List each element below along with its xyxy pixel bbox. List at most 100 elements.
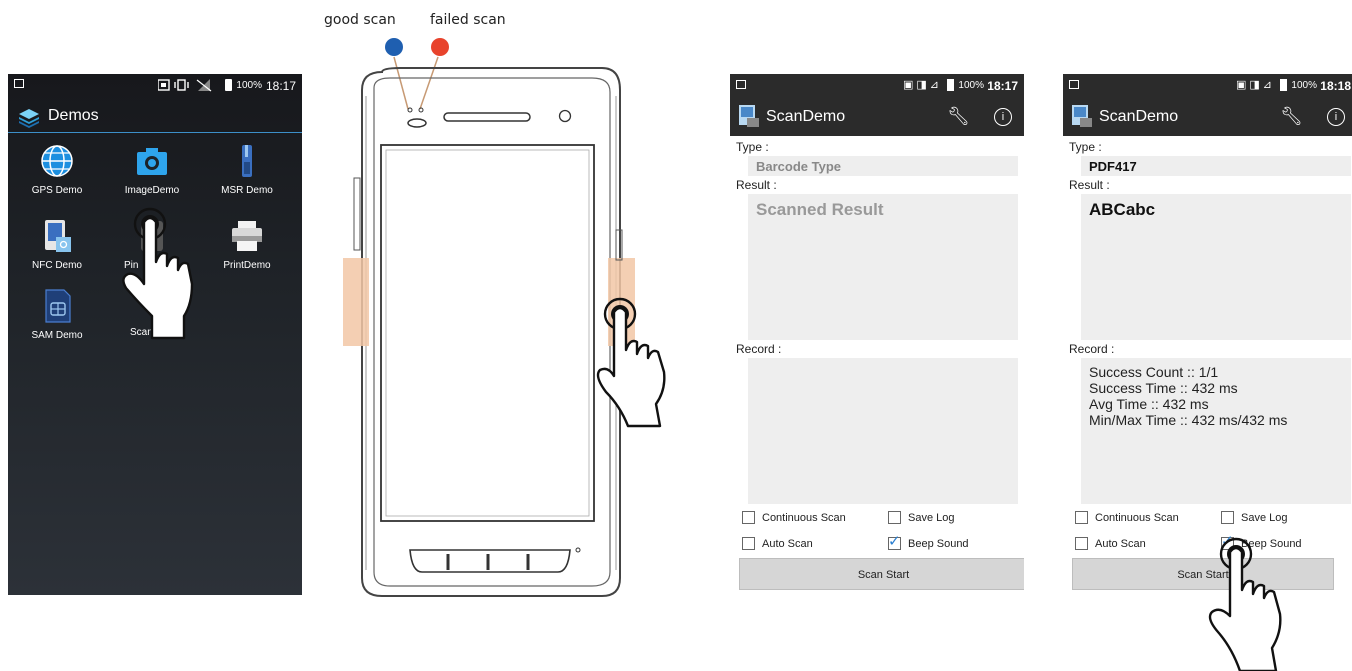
checkbox-label: Auto Scan	[762, 537, 813, 550]
app-title: ScanDemo	[766, 108, 846, 125]
app-label: NFC Demo	[31, 260, 82, 271]
info-icon[interactable]: i	[994, 108, 1012, 126]
record-line: Success Time :: 432 ms	[1089, 380, 1238, 396]
wrench-icon[interactable]: 🔧︎	[947, 106, 970, 127]
type-value: PDF417	[1089, 159, 1137, 174]
checkbox-box[interactable]	[1075, 511, 1088, 524]
app-sam-demo[interactable]: SAM Demo	[17, 289, 97, 341]
battery-icon	[225, 79, 232, 91]
checkbox-box[interactable]	[742, 537, 755, 550]
failed-scan-led-indicator	[431, 38, 449, 56]
clock: 18:17	[987, 79, 1018, 93]
layers-icon	[19, 109, 39, 128]
app-label: GPS Demo	[31, 185, 83, 196]
checkbox-label: Beep Sound	[908, 537, 969, 550]
notification-icon	[14, 79, 24, 88]
status-icons	[158, 79, 212, 92]
globe-icon	[41, 145, 73, 177]
status-bar: 100% 18:17	[8, 74, 302, 98]
app-label: MSR Demo	[221, 185, 273, 196]
type-value: Barcode Type	[756, 159, 842, 174]
scandemo-screen-after: ▣◨⊿ 100% 18:18 ScanDemo 🔧︎ i Type : PDF4…	[1063, 74, 1352, 595]
left-scan-key	[343, 258, 369, 346]
checkbox-label: Continuous Scan	[762, 511, 846, 524]
result-field: ABCabc	[1081, 194, 1351, 340]
tap-hand-icon	[1208, 537, 1282, 671]
status-bar: ▣◨⊿ 100% 18:18	[1063, 74, 1352, 98]
battery-percent: 100%	[958, 80, 984, 91]
app-gps-demo[interactable]: GPS Demo	[17, 144, 97, 196]
checkbox-box[interactable]	[888, 511, 901, 524]
type-label: Type :	[1069, 140, 1102, 154]
app-msr-demo[interactable]: MSR Demo	[207, 144, 287, 196]
checkbox-label: Auto Scan	[1095, 537, 1146, 550]
auto-scan-checkbox[interactable]: Auto Scan	[742, 537, 813, 550]
status-icons: ▣◨⊿	[902, 79, 942, 91]
app-bar: ScanDemo 🔧︎ i	[1063, 98, 1352, 136]
failed-scan-label: failed scan	[430, 12, 506, 28]
continuous-scan-checkbox[interactable]: Continuous Scan	[1075, 511, 1179, 524]
checkbox-label: Save Log	[1241, 511, 1288, 524]
app-icon	[1072, 105, 1092, 127]
checkbox-label: Continuous Scan	[1095, 511, 1179, 524]
checkbox-box[interactable]	[888, 532, 901, 550]
checkbox-box[interactable]	[1075, 537, 1088, 550]
checkbox-box[interactable]	[742, 511, 755, 524]
clock: 18:18	[1320, 79, 1351, 93]
launcher-title: Demos	[48, 107, 99, 124]
wrench-icon[interactable]: 🔧︎	[1280, 106, 1303, 127]
app-bar: ScanDemo 🔧︎ i	[730, 98, 1024, 136]
good-scan-label: good scan	[324, 12, 396, 28]
auto-scan-checkbox[interactable]: Auto Scan	[1075, 537, 1146, 550]
sam-card-icon	[45, 289, 71, 323]
notification-icon	[1069, 80, 1079, 89]
notification-icon	[736, 80, 746, 89]
result-value: Scanned Result	[756, 200, 884, 219]
record-label: Record :	[736, 342, 782, 356]
record-line: Avg Time :: 432 ms	[1089, 396, 1209, 412]
result-label: Result :	[736, 178, 777, 192]
record-line: Min/Max Time :: 432 ms/432 ms	[1089, 412, 1288, 428]
scandemo-screen-before: ▣◨⊿ 100% 18:17 ScanDemo 🔧︎ i Type : Barc…	[730, 74, 1024, 595]
press-hand-icon	[596, 297, 666, 428]
app-nfc-demo[interactable]: NFC Demo	[17, 219, 97, 271]
card-reader-icon	[242, 145, 252, 177]
app-label: ImageDemo	[124, 185, 180, 196]
checkbox-label: Save Log	[908, 511, 955, 524]
printer-icon	[232, 221, 262, 251]
result-field: Scanned Result	[748, 194, 1018, 340]
status-icons: ▣◨⊿	[1235, 79, 1275, 91]
good-scan-led-indicator	[385, 38, 403, 56]
battery-icon	[1280, 79, 1287, 91]
type-field: Barcode Type	[748, 156, 1018, 176]
camera-icon	[137, 148, 167, 175]
launcher-app-bar: Demos	[8, 102, 302, 133]
nfc-icon	[45, 220, 71, 252]
type-label: Type :	[736, 140, 769, 154]
battery-percent: 100%	[236, 80, 262, 91]
app-image-demo[interactable]: ImageDemo	[112, 144, 192, 196]
battery-icon	[947, 79, 954, 91]
clock: 18:17	[265, 79, 296, 93]
scan-start-button[interactable]: Scan Start	[739, 558, 1024, 590]
save-log-checkbox[interactable]: Save Log	[888, 511, 954, 524]
type-field: PDF417	[1081, 156, 1351, 176]
tap-hand-icon	[122, 207, 194, 340]
record-lines: Success Count :: 1/1 Success Time :: 432…	[1081, 358, 1351, 428]
save-log-checkbox[interactable]: Save Log	[1221, 511, 1287, 524]
info-icon[interactable]: i	[1327, 108, 1345, 126]
record-field	[748, 358, 1018, 504]
record-line: Success Count :: 1/1	[1089, 364, 1219, 380]
continuous-scan-checkbox[interactable]: Continuous Scan	[742, 511, 846, 524]
app-label: SAM Demo	[31, 330, 83, 341]
record-label: Record :	[1069, 342, 1115, 356]
result-value: ABCabc	[1089, 200, 1156, 219]
beep-sound-checkbox[interactable]: Beep Sound	[888, 532, 969, 550]
record-field: Success Count :: 1/1 Success Time :: 432…	[1081, 358, 1351, 504]
app-icon	[739, 105, 759, 127]
status-bar: ▣◨⊿ 100% 18:17	[730, 74, 1024, 98]
app-print-demo[interactable]: PrintDemo	[207, 219, 287, 271]
app-label: PrintDemo	[223, 260, 271, 271]
checkbox-box[interactable]	[1221, 511, 1234, 524]
battery-percent: 100%	[1291, 80, 1317, 91]
